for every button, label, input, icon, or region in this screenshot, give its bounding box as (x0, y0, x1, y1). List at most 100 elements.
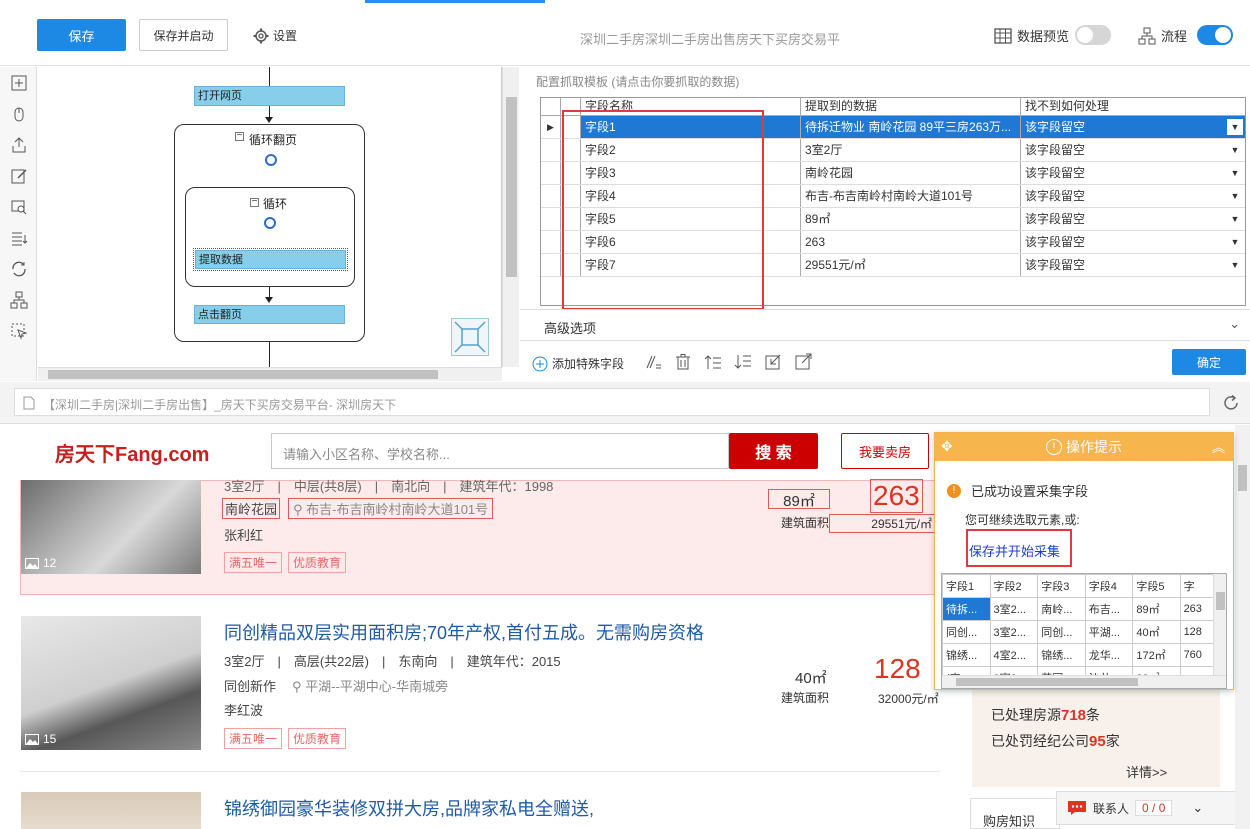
preview-grid-row[interactable]: 锦绣... 4室2... 锦绣... 龙华... 172㎡ 760 (942, 643, 1226, 667)
listing-photo[interactable] (21, 792, 201, 829)
data-preview-toggle[interactable] (1075, 25, 1111, 45)
site-search-input[interactable]: 请输入小区名称、学校名称... (271, 433, 729, 469)
field-data-cell[interactable]: 待拆迁物业 南岭花园 89平三房263万... (801, 116, 1021, 138)
tip-header[interactable]: ✥ ! 操作提示 ︽ (935, 433, 1233, 461)
site-search-button[interactable]: 搜 索 (729, 433, 818, 469)
page-scrollbar[interactable] (1235, 425, 1250, 829)
location-pin-icon: ⚲ (292, 679, 306, 694)
save-button[interactable]: 保存 (37, 19, 126, 51)
field-data-cell[interactable]: 南岭花园 (801, 162, 1021, 184)
col-extracted-data: 提取到的数据 (801, 98, 1021, 115)
loop-page-container[interactable]: − 循环翻页 − 循环 提取数据 点击翻页 (174, 124, 365, 342)
chevron-down-icon[interactable]: ▼ (1227, 257, 1243, 273)
mouse-click-icon[interactable] (9, 104, 29, 124)
trash-icon[interactable] (674, 353, 692, 371)
move-down-icon[interactable] (734, 353, 752, 371)
image-icon (25, 733, 39, 745)
chevron-down-icon[interactable]: ⌄ (1192, 800, 1203, 816)
reload-icon[interactable] (1222, 394, 1240, 412)
sell-house-button[interactable]: 我要卖房 (841, 433, 929, 469)
canvas-horizontal-scrollbar[interactable] (38, 367, 502, 381)
listing-title[interactable]: 锦绣御园豪华装修双拼大房,品牌家私电全赠送, (224, 795, 594, 821)
collapse-toggle-inner[interactable]: − (250, 197, 259, 207)
canvas-vertical-scrollbar[interactable] (502, 67, 519, 367)
field-handle-cell[interactable]: 该字段留空 ▼ (1021, 162, 1245, 184)
address-bar-area: 【深圳二手房|深圳二手房出售】_房天下买房交易平台- 深圳房天下 (0, 382, 1250, 424)
field-data-cell[interactable]: 263 (801, 231, 1021, 253)
list-icon[interactable] (9, 228, 29, 248)
field-data-cell[interactable]: 布吉-布吉南岭村南岭大道101号 (801, 185, 1021, 207)
external-link-icon[interactable] (794, 353, 812, 371)
chat-icon (1068, 801, 1086, 815)
photo-count: 15 (43, 732, 57, 746)
preview-horizontal-scrollbar[interactable] (942, 675, 1226, 688)
field-data-cell[interactable]: 89㎡ (801, 208, 1021, 230)
table-icon (994, 27, 1012, 44)
image-icon (25, 557, 39, 569)
chevron-down-icon[interactable]: ▼ (1227, 234, 1243, 250)
settings-button[interactable]: 设置 (253, 27, 297, 44)
field-data-cell[interactable]: 3室2厅 (801, 139, 1021, 161)
field-handle-cell[interactable]: 该字段留空 ▼ (1021, 139, 1245, 161)
divider (20, 771, 940, 772)
add-special-field-label: 添加特殊字段 (552, 357, 625, 371)
site-logo[interactable]: 房天下Fang.com (55, 438, 209, 467)
collapse-up-icon[interactable]: ︽ (1212, 437, 1225, 456)
listing-meta: 3室2厅 | 中层(共8层) | 南北向 | 建筑年代：1998 (224, 479, 554, 494)
search-element-icon[interactable] (9, 197, 29, 217)
field-handle-cell[interactable]: 该字段留空 ▼ (1021, 231, 1245, 253)
field-handle-cell[interactable]: 该字段留空 ▼ (1021, 185, 1245, 207)
listing-community[interactable]: 南岭花园 (222, 498, 281, 519)
address-input[interactable]: 【深圳二手房|深圳二手房出售】_房天下买房交易平台- 深圳房天下 (14, 388, 1210, 416)
contacts-widget[interactable]: 联系人 0 / 0 ⌄ (1056, 791, 1236, 825)
data-preview-control: 数据预览 (994, 26, 1069, 45)
listing-agent[interactable]: 张利红 (224, 525, 263, 544)
info-icon: ! (1046, 439, 1062, 455)
rename-icon[interactable] (644, 353, 662, 371)
field-data-cell[interactable]: 29551元/㎡ (801, 254, 1021, 276)
preview-vertical-scrollbar[interactable] (1213, 574, 1226, 676)
home-knowledge-tab[interactable]: 购房知识 (970, 798, 1060, 829)
flow-toggle[interactable] (1197, 25, 1233, 45)
step-click-page[interactable]: 点击翻页 (194, 305, 345, 324)
chevron-down-icon[interactable]: ▼ (1227, 142, 1243, 158)
loop-container[interactable]: − 循环 提取数据 (185, 187, 355, 287)
preview-grid-row[interactable]: 待拆... 3室2... 南岭... 布吉... 89㎡ 263 (942, 597, 1226, 621)
listing-agent[interactable]: 李红波 (224, 700, 263, 719)
advanced-options-bar[interactable]: 高级选项 ⌄ (520, 309, 1250, 341)
move-up-icon[interactable] (704, 353, 722, 371)
field-handle-cell[interactable]: 该字段留空 ▼ (1021, 254, 1245, 276)
details-link[interactable]: 详情>> (1126, 762, 1167, 781)
listing-photo[interactable]: 12 (21, 480, 201, 574)
preview-grid-header: 字段1 字段2 字段3 字段4 字段5 字 (942, 574, 1226, 598)
add-special-field-button[interactable]: 添加特殊字段 (532, 355, 624, 372)
save-and-start-button[interactable]: 保存并启动 (139, 19, 228, 51)
step-extract-data[interactable]: 提取数据 (193, 248, 348, 271)
refresh-icon[interactable] (9, 259, 29, 279)
chevron-down-icon[interactable]: ▼ (1227, 119, 1243, 135)
select-pointer-icon[interactable] (9, 321, 29, 341)
listing-photo[interactable]: 15 (21, 616, 201, 750)
step-open-page[interactable]: 打开网页 (194, 86, 345, 106)
data-preview-label: 数据预览 (1017, 29, 1070, 44)
chevron-down-icon[interactable]: ▼ (1227, 188, 1243, 204)
export-icon[interactable] (9, 135, 29, 155)
edit-icon[interactable] (9, 166, 29, 186)
loop-icon (265, 154, 277, 166)
add-circle-icon (532, 356, 548, 371)
chevron-down-icon[interactable]: ▼ (1227, 211, 1243, 227)
collapse-toggle[interactable]: − (235, 131, 244, 141)
save-and-start-collect-link[interactable]: 保存并开始采集 (969, 541, 1060, 560)
import-icon[interactable] (764, 353, 782, 371)
listing-community[interactable]: 同创新作 (224, 676, 276, 695)
preview-grid-row[interactable]: 同创... 3室2... 同创... 平湖... 40㎡ 128 (942, 620, 1226, 644)
ok-button[interactable]: 确定 (1172, 349, 1246, 375)
listing-title[interactable]: 同创精品双层实用面积房;70年产权,首付五成。无需购房资格 (224, 619, 704, 645)
field-handle-cell[interactable]: 该字段留空 ▼ (1021, 208, 1245, 230)
fit-view-icon[interactable] (451, 318, 489, 356)
field-handle-cell[interactable]: 该字段留空 ▼ (1021, 116, 1245, 138)
chevron-down-icon[interactable]: ▼ (1227, 165, 1243, 181)
add-step-icon[interactable] (9, 73, 29, 93)
move-icon[interactable]: ✥ (941, 438, 953, 455)
hierarchy-icon[interactable] (9, 290, 29, 310)
